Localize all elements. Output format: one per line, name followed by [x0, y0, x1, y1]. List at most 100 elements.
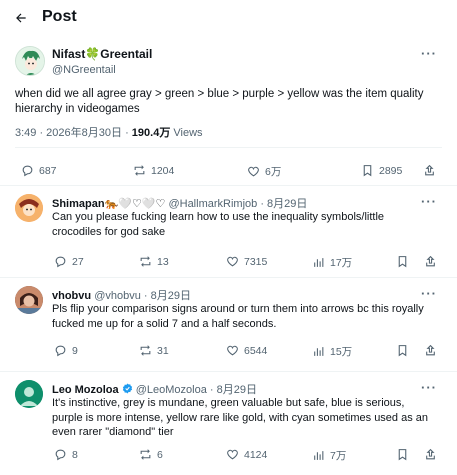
reply-icon [55, 256, 66, 268]
reply-icon [22, 165, 33, 177]
like-button[interactable]: 7315 [226, 255, 267, 268]
like-button[interactable]: 6544 [226, 344, 267, 357]
heart-icon [227, 449, 238, 460]
bookmark-icon [398, 345, 407, 357]
heart-icon [248, 166, 259, 177]
views-button[interactable]: 17万 [312, 255, 352, 270]
share-icon [425, 164, 434, 176]
reply-count: 27 [72, 255, 84, 268]
reply-button[interactable]: 9 [54, 344, 78, 357]
top-bar: Post [0, 0, 457, 36]
reply-count: 8 [72, 448, 78, 461]
author-avatar[interactable] [15, 46, 45, 76]
heart-icon [227, 345, 238, 356]
reply-action-bar: 9 31 6544 15万 [0, 344, 457, 360]
avatar-illustration-icon [15, 194, 43, 222]
share-icon [426, 448, 435, 460]
reply-date[interactable]: · 8月29日 [144, 290, 191, 302]
more-options-button[interactable]: ··· [421, 46, 437, 61]
views-button[interactable]: 7万 [312, 448, 346, 463]
reply-header: vhobvu @vhobvu · 8月29日 [52, 287, 191, 303]
repost-count: 13 [157, 255, 169, 268]
reply-author-handle[interactable]: @vhobvu [94, 290, 141, 302]
repost-button[interactable]: 13 [139, 255, 169, 268]
reply-button[interactable]: 8 [54, 448, 78, 461]
like-button[interactable]: 4124 [226, 448, 267, 461]
analytics-icon [314, 347, 324, 356]
repost-button[interactable]: 1204 [133, 164, 174, 177]
bookmark-button[interactable]: 2895 [361, 164, 402, 177]
share-button[interactable] [423, 164, 436, 177]
author-handle[interactable]: @NGreentail [52, 64, 116, 76]
avatar-illustration-icon [15, 380, 43, 408]
verified-badge-icon [122, 383, 132, 394]
reply-avatar[interactable] [15, 380, 43, 408]
post-meta: 3:49 · 2026年8月30日 · 190.4万 Views [15, 124, 203, 140]
bookmark-button[interactable] [396, 344, 409, 357]
reply-button[interactable]: 687 [21, 164, 57, 177]
back-button[interactable] [12, 9, 30, 27]
repost-icon [134, 165, 145, 176]
reply-author-name[interactable]: vhobvu [52, 290, 91, 302]
share-button[interactable] [424, 255, 437, 268]
reply-author-name[interactable]: Leo Mozoloa [52, 384, 119, 396]
page-title: Post [42, 8, 77, 25]
reply-date[interactable]: · 8月29日 [260, 198, 307, 210]
reply-date[interactable]: · 8月29日 [210, 384, 257, 396]
share-button[interactable] [424, 448, 437, 461]
repost-icon [140, 449, 151, 460]
like-count: 7315 [244, 255, 268, 268]
repost-button[interactable]: 6 [139, 448, 163, 461]
like-button[interactable]: 6万 [247, 164, 281, 179]
reply-button[interactable]: 27 [54, 255, 84, 268]
reply-item[interactable]: vhobvu @vhobvu · 8月29日 ··· Pls flip your… [0, 278, 457, 372]
main-action-bar: 687 1204 6万 2895 [0, 164, 457, 180]
reply-avatar[interactable] [15, 286, 43, 314]
arrow-left-icon [16, 13, 26, 23]
bookmark-button[interactable] [396, 255, 409, 268]
analytics-icon [314, 451, 324, 460]
more-options-button[interactable]: ··· [421, 194, 437, 209]
reply-action-bar: 8 6 4124 7万 [0, 448, 457, 464]
reply-icon [55, 345, 66, 357]
reply-author-handle[interactable]: @LeoMozoloa [136, 384, 207, 396]
like-count: 6万 [265, 166, 282, 178]
repost-button[interactable]: 31 [139, 344, 169, 357]
more-options-button[interactable]: ··· [421, 286, 437, 301]
avatar-illustration-icon [15, 286, 43, 314]
post-timestamp[interactable]: 3:49 · 2026年8月30日 · [15, 127, 129, 139]
reply-header: Shimapan🐅🤍♡🤍♡ @HallmarkRimjob · 8月29日 [52, 195, 307, 211]
main-post: Nifast🍀Greentail @NGreentail ··· when di… [0, 36, 457, 186]
reply-text: Pls flip your comparison signs around or… [52, 303, 424, 330]
views-label: Views [173, 127, 203, 139]
repost-count: 6 [157, 448, 163, 461]
reply-avatar[interactable] [15, 194, 43, 222]
reply-item[interactable]: Leo Mozoloa @LeoMozoloa · 8月29日 ··· It's… [0, 372, 457, 475]
avatar-illustration-icon [16, 47, 44, 75]
reply-author-name[interactable]: Shimapan🐅🤍♡🤍♡ [52, 198, 165, 210]
share-icon [426, 255, 435, 267]
author-name[interactable]: Nifast🍀Greentail [52, 47, 152, 61]
reply-header: Leo Mozoloa @LeoMozoloa · 8月29日 [52, 381, 257, 397]
like-count: 4124 [244, 448, 268, 461]
repost-count: 31 [157, 344, 169, 357]
bookmark-icon [363, 165, 372, 177]
bookmark-icon [398, 449, 407, 461]
post-text: when did we all agree gray > green > blu… [15, 88, 424, 115]
repost-icon [140, 256, 151, 267]
heart-icon [227, 256, 238, 267]
views-button[interactable]: 15万 [312, 344, 352, 359]
share-button[interactable] [424, 344, 437, 357]
bookmark-count: 2895 [379, 164, 403, 177]
bookmark-icon [398, 256, 407, 268]
reply-count: 687 [39, 164, 57, 177]
bookmark-button[interactable] [396, 448, 409, 461]
view-count: 15万 [330, 346, 353, 358]
more-options-button[interactable]: ··· [421, 380, 437, 395]
like-count: 6544 [244, 344, 268, 357]
view-count: 17万 [330, 257, 353, 269]
reply-author-handle[interactable]: @HallmarkRimjob [168, 198, 257, 210]
reply-text: It's instinctive, grey is mundane, green… [52, 397, 429, 438]
view-count: 7万 [330, 450, 347, 462]
reply-item[interactable]: Shimapan🐅🤍♡🤍♡ @HallmarkRimjob · 8月29日 ··… [0, 186, 457, 278]
